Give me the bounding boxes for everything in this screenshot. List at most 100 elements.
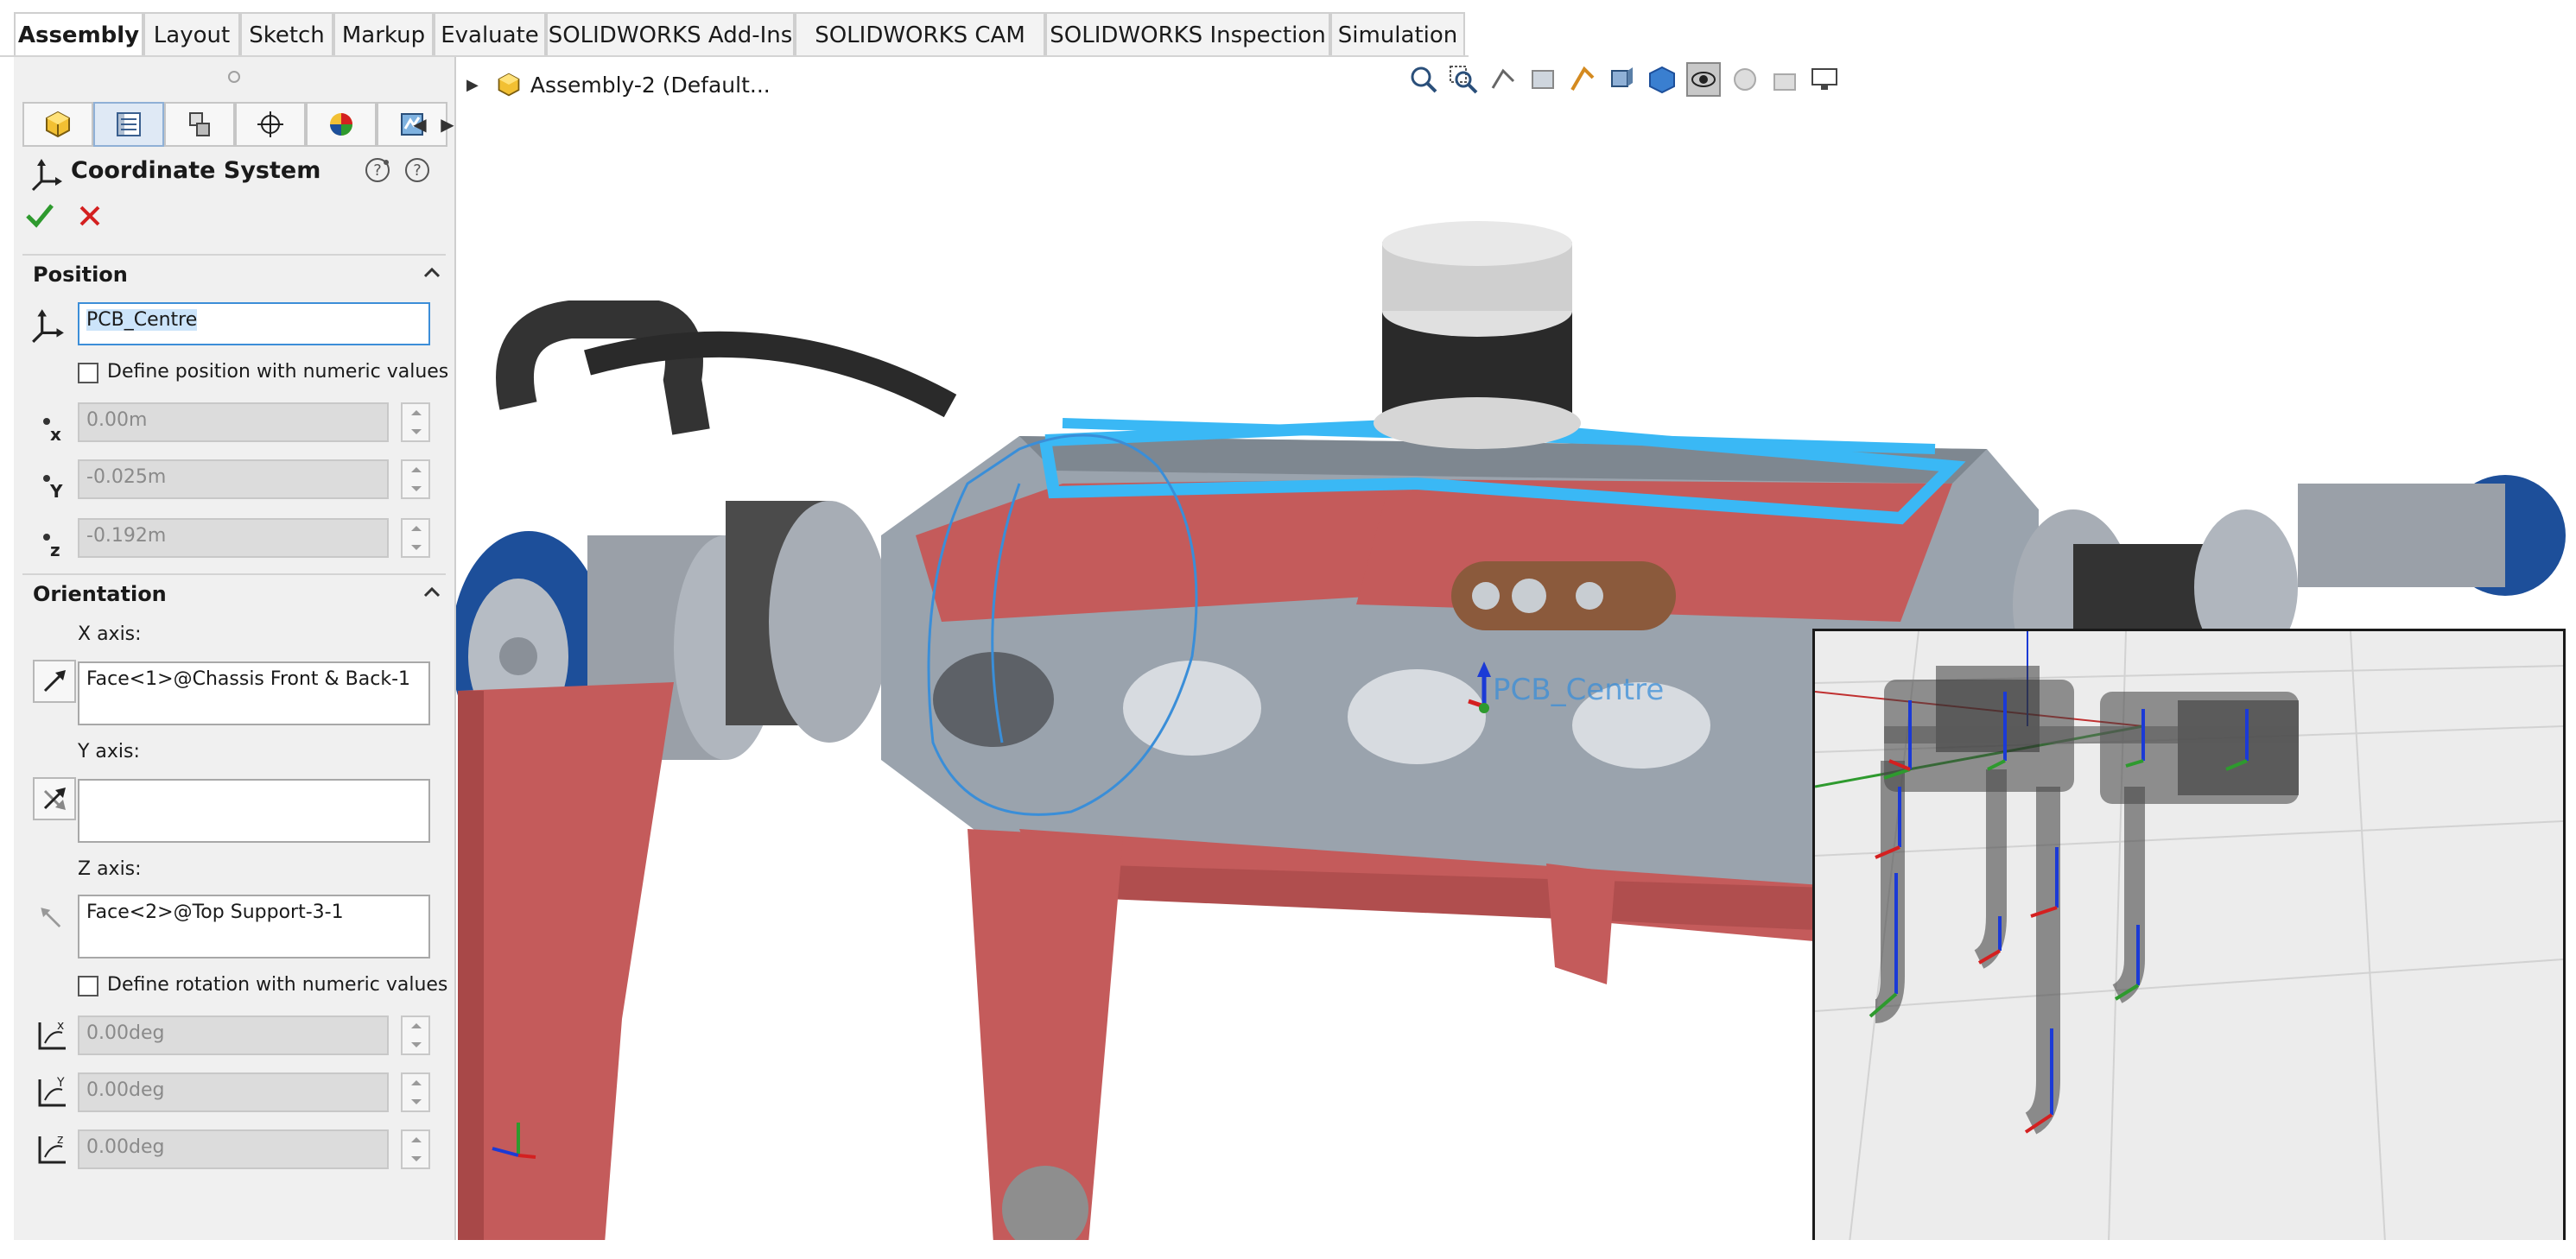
dimxpert-manager-tab[interactable] xyxy=(235,102,306,147)
y-position-icon: Y xyxy=(43,475,63,501)
z-rotation-spinner[interactable] xyxy=(401,1129,430,1169)
collapse-caret-icon[interactable] xyxy=(422,263,442,283)
z-rotation-icon: z xyxy=(38,1133,66,1164)
command-manager-ribbon: Assembly Layout Sketch Markup Evaluate S… xyxy=(0,0,2576,57)
appearance-pie-icon xyxy=(330,113,352,136)
origin-selection-value: PCB_Centre xyxy=(86,309,198,331)
y-axis-label: Y axis: xyxy=(78,741,140,762)
view-orientation-icon[interactable] xyxy=(1607,64,1638,95)
heads-up-view-toolbar xyxy=(1408,60,1840,98)
tree-expand-arrow-icon[interactable]: ▶ xyxy=(466,76,479,94)
coordinate-system-label: PCB_Centre xyxy=(1493,673,1664,707)
x-position-icon: x xyxy=(43,418,61,444)
origin-selection-field[interactable]: PCB_Centre xyxy=(78,302,430,345)
direction-arrow-icon xyxy=(43,788,66,810)
simulation-robot-render xyxy=(1815,631,2563,1243)
configuration-icon xyxy=(189,112,210,136)
apply-scene-icon[interactable] xyxy=(1769,64,1800,95)
x-rotation-icon: x xyxy=(38,1019,66,1050)
define-position-numeric-checkbox[interactable] xyxy=(78,363,98,383)
dynamic-annotation-icon[interactable] xyxy=(1567,64,1598,95)
tab-markup[interactable]: Markup xyxy=(333,12,434,55)
view-settings-icon[interactable] xyxy=(1809,64,1840,95)
tab-evaluate[interactable]: Evaluate xyxy=(434,12,546,55)
tab-sketch[interactable]: Sketch xyxy=(240,12,333,55)
edit-appearance-icon[interactable] xyxy=(1729,64,1761,95)
z-position-input[interactable]: -0.192m xyxy=(78,518,389,558)
panel-grip-handle[interactable] xyxy=(228,71,240,83)
graphics-viewport[interactable]: PCB_Centre xyxy=(456,57,2576,1259)
hide-show-items-icon[interactable] xyxy=(1686,62,1721,97)
svg-text:z: z xyxy=(50,540,60,560)
z-axis-label: Z axis: xyxy=(78,858,142,880)
ok-check-icon[interactable] xyxy=(22,199,57,233)
svg-text:z: z xyxy=(57,1133,63,1147)
simulation-inset-view[interactable] xyxy=(1812,629,2566,1245)
previous-view-icon[interactable] xyxy=(1488,64,1519,95)
position-section-header[interactable]: Position xyxy=(22,254,446,294)
x-position-spinner[interactable] xyxy=(401,402,430,442)
svg-text:Y: Y xyxy=(49,481,63,501)
tab-layout[interactable]: Layout xyxy=(143,12,240,55)
coordinate-system-icon xyxy=(31,159,62,192)
property-manager-tab[interactable] xyxy=(93,102,164,147)
position-section-title: Position xyxy=(33,263,128,287)
tab-solidworks-cam[interactable]: SOLIDWORKS CAM xyxy=(795,12,1045,55)
feature-tree-flyout[interactable]: ▶ Assembly-2 (Default... xyxy=(466,67,771,102)
x-axis-label: X axis: xyxy=(78,623,142,645)
define-rotation-numeric-label: Define rotation with numeric values xyxy=(107,974,448,996)
configuration-manager-tab[interactable] xyxy=(164,102,235,147)
svg-text:x: x xyxy=(57,1019,64,1033)
collapse-caret-icon[interactable] xyxy=(422,582,442,603)
orientation-section-title: Orientation xyxy=(33,582,167,606)
origin-point-icon xyxy=(32,309,64,344)
define-position-numeric-label: Define position with numeric values xyxy=(107,361,449,383)
assembly-cube-icon xyxy=(46,111,70,138)
whats-wrong-help-icon[interactable]: ? xyxy=(363,155,392,185)
section-view-icon[interactable] xyxy=(1527,64,1558,95)
z-axis-selection-field[interactable]: Face<2>@Top Support-3-1 xyxy=(78,895,430,958)
cancel-x-icon[interactable] xyxy=(73,199,107,233)
z-direction-arrow-icon[interactable] xyxy=(35,900,71,936)
y-axis-selection-field[interactable] xyxy=(78,779,430,843)
define-rotation-numeric-checkbox[interactable] xyxy=(78,976,98,996)
x-position-input[interactable]: 0.00m xyxy=(78,402,389,442)
zoom-to-area-icon[interactable] xyxy=(1448,64,1479,95)
tab-scroll-left-button[interactable]: ◀ xyxy=(404,105,435,143)
x-rotation-input[interactable]: 0.00deg xyxy=(78,1015,389,1055)
orientation-section-header[interactable]: Orientation xyxy=(22,573,446,613)
y-rotation-input[interactable]: 0.00deg xyxy=(78,1072,389,1112)
property-list-icon xyxy=(117,112,141,136)
y-rotation-icon: Y xyxy=(38,1076,66,1107)
tab-solidworks-inspection[interactable]: SOLIDWORKS Inspection xyxy=(1045,12,1330,55)
z-position-spinner[interactable] xyxy=(401,518,430,558)
svg-text:?: ? xyxy=(413,161,422,180)
feature-manager-tab[interactable] xyxy=(22,102,93,147)
assembly-cube-icon xyxy=(498,73,520,97)
x-axis-selection-field[interactable]: Face<1>@Chassis Front & Back-1 xyxy=(78,661,430,725)
crosshair-icon xyxy=(257,111,283,137)
svg-text:?: ? xyxy=(373,161,382,180)
direction-arrow-icon xyxy=(43,670,66,693)
z-position-icon: z xyxy=(43,534,60,560)
x-rotation-spinner[interactable] xyxy=(401,1015,430,1055)
display-style-icon[interactable] xyxy=(1646,64,1678,95)
help-icon[interactable]: ? xyxy=(403,155,432,185)
y-position-spinner[interactable] xyxy=(401,459,430,499)
zoom-to-fit-icon[interactable] xyxy=(1408,64,1439,95)
svg-text:Y: Y xyxy=(56,1076,65,1090)
property-manager-title: Coordinate System xyxy=(71,157,321,184)
tab-assembly[interactable]: Assembly xyxy=(14,12,143,57)
y-axis-direction-button[interactable] xyxy=(33,777,76,820)
property-manager-panel: ◀ ▶ Coordinate System ? ? Position PCB_C… xyxy=(14,57,456,1259)
svg-text:x: x xyxy=(50,424,61,444)
z-rotation-input[interactable]: 0.00deg xyxy=(78,1129,389,1169)
x-axis-direction-button[interactable] xyxy=(33,660,76,703)
display-manager-tab[interactable] xyxy=(306,102,377,147)
y-rotation-spinner[interactable] xyxy=(401,1072,430,1112)
tab-solidworks-add-ins[interactable]: SOLIDWORKS Add-Ins xyxy=(546,12,795,55)
tab-simulation[interactable]: Simulation xyxy=(1330,12,1465,55)
y-position-input[interactable]: -0.025m xyxy=(78,459,389,499)
bottom-margin xyxy=(0,1240,2576,1259)
tree-root-label[interactable]: Assembly-2 (Default... xyxy=(530,73,771,98)
